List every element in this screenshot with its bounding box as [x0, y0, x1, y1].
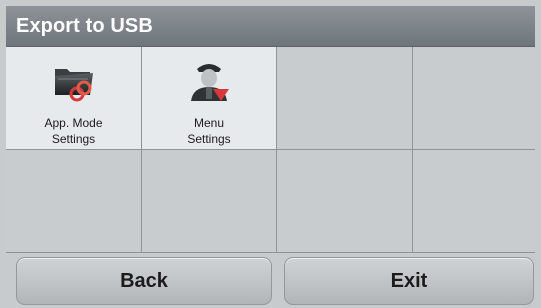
empty-tile — [277, 150, 413, 253]
empty-tile — [6, 150, 142, 253]
exit-button-label: Exit — [390, 269, 428, 292]
empty-tile — [413, 47, 535, 150]
app-mode-settings-tile[interactable]: App. Mode Settings — [6, 47, 142, 150]
empty-tile — [142, 150, 277, 253]
menu-settings-label: Menu Settings — [187, 116, 231, 146]
app-mode-settings-label: App. Mode Settings — [44, 116, 103, 146]
empty-tile — [413, 150, 535, 253]
settings-grid: App. Mode Settings Menu Settings — [6, 47, 535, 253]
title-bar: Export to USB — [6, 6, 535, 47]
user-download-icon — [187, 57, 231, 105]
export-to-usb-screen: Export to USB App. Mode Settings Menu Se… — [0, 0, 541, 308]
menu-settings-tile[interactable]: Menu Settings — [142, 47, 277, 150]
page-title: Export to USB — [16, 15, 153, 37]
back-button[interactable]: Back — [16, 257, 272, 305]
back-button-label: Back — [120, 269, 168, 292]
empty-tile — [277, 47, 413, 150]
exit-button[interactable]: Exit — [284, 257, 534, 305]
folder-link-icon — [52, 57, 96, 105]
